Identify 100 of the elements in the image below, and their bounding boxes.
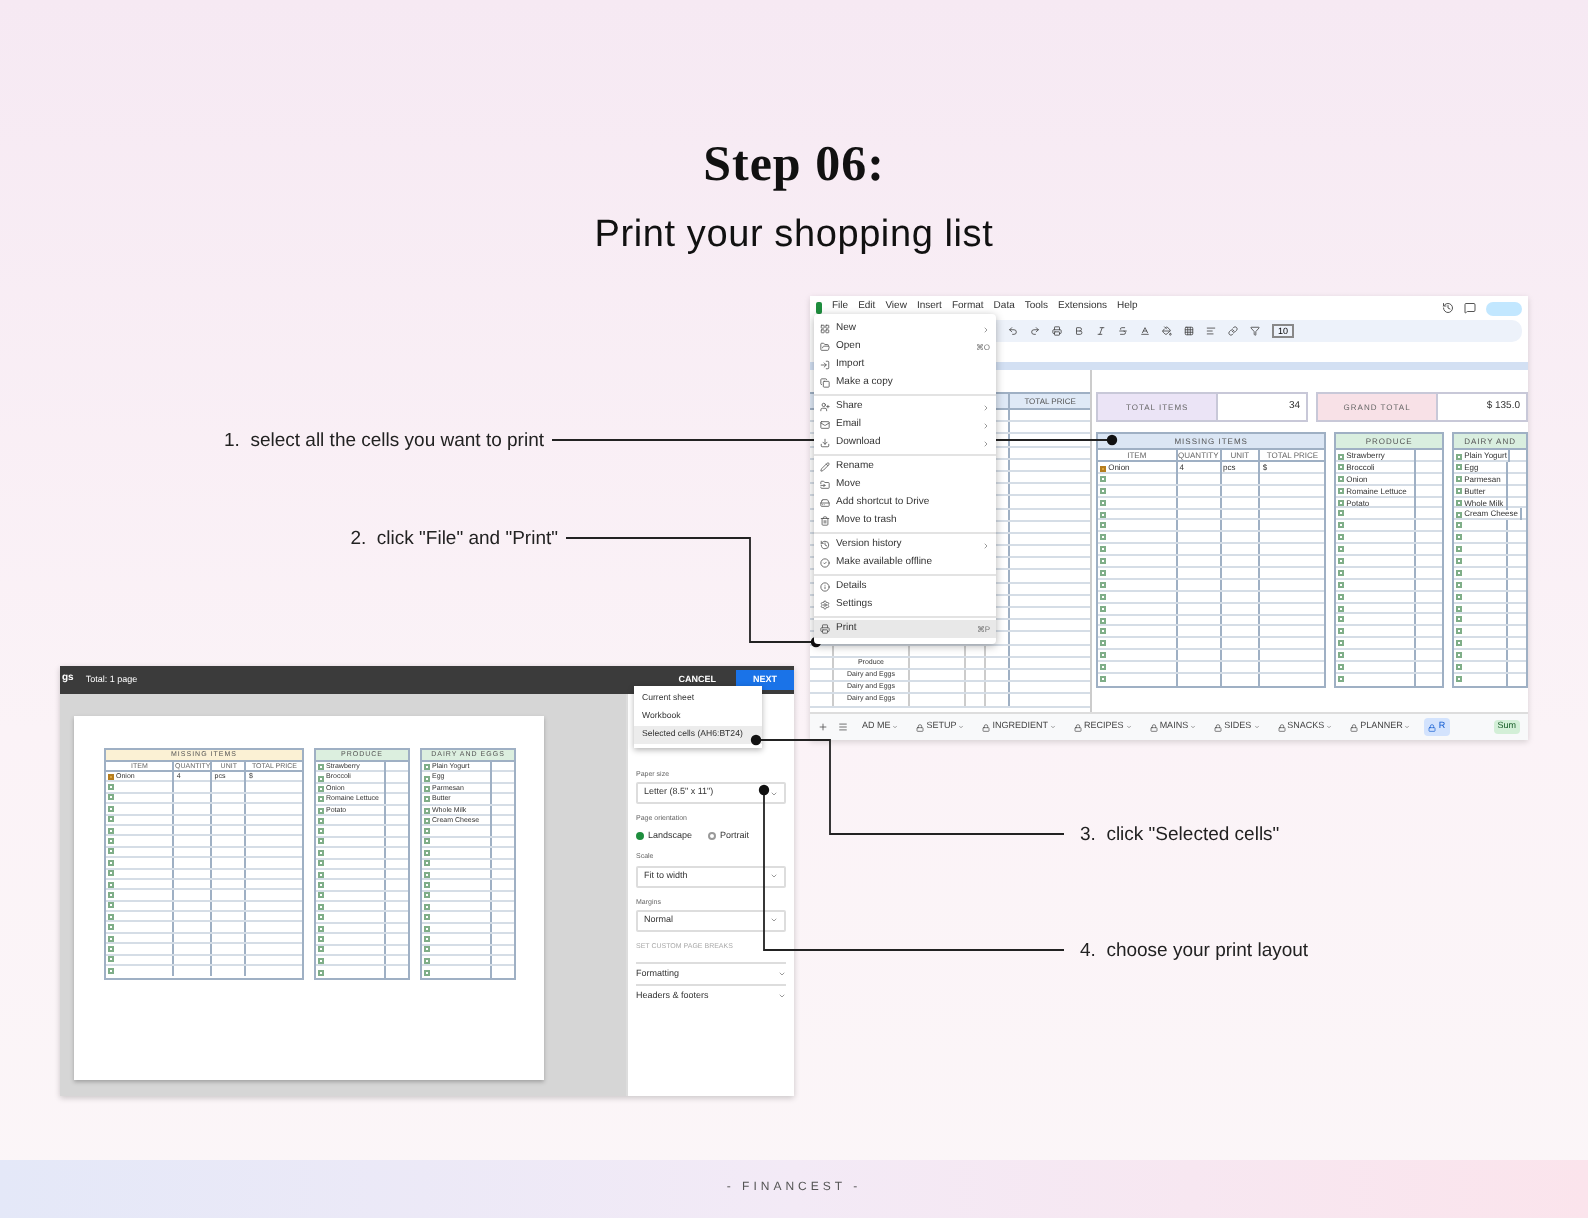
checkbox[interactable] xyxy=(1456,676,1463,683)
checkbox[interactable] xyxy=(108,968,114,975)
filter-icon[interactable] xyxy=(1250,326,1260,336)
checkbox[interactable] xyxy=(1100,569,1107,576)
text-color-icon[interactable] xyxy=(1140,326,1150,336)
checkbox[interactable] xyxy=(1100,652,1107,659)
checkbox[interactable] xyxy=(108,881,114,888)
checkbox[interactable] xyxy=(1100,593,1107,600)
checkbox[interactable] xyxy=(318,957,324,964)
checkbox[interactable] xyxy=(1100,628,1107,635)
checkbox[interactable] xyxy=(108,924,114,931)
checkbox[interactable] xyxy=(318,775,324,782)
checkbox[interactable] xyxy=(1338,510,1345,517)
checkbox[interactable] xyxy=(424,892,430,899)
checkbox[interactable] xyxy=(1338,569,1345,576)
checkbox[interactable] xyxy=(424,946,430,953)
checkbox[interactable] xyxy=(424,957,430,964)
menu-icon[interactable] xyxy=(838,722,848,732)
checkbox[interactable] xyxy=(108,956,114,963)
checkbox[interactable] xyxy=(318,828,324,835)
checkbox[interactable] xyxy=(424,935,430,942)
checkbox[interactable] xyxy=(108,805,114,812)
checkbox[interactable] xyxy=(424,785,430,792)
checkbox[interactable] xyxy=(1100,558,1107,565)
checkbox[interactable] xyxy=(424,903,430,910)
checkbox[interactable] xyxy=(424,838,430,845)
checkbox[interactable] xyxy=(424,881,430,888)
checkbox[interactable] xyxy=(108,774,114,781)
checkbox[interactable] xyxy=(424,764,430,771)
checkbox[interactable] xyxy=(108,784,114,791)
checkbox[interactable] xyxy=(1456,663,1463,670)
bold-icon[interactable] xyxy=(1074,326,1084,336)
radio-button[interactable] xyxy=(708,831,717,840)
checkbox[interactable] xyxy=(1338,557,1345,564)
link-icon[interactable] xyxy=(1228,326,1238,336)
checkbox[interactable] xyxy=(1456,500,1463,507)
checkbox[interactable] xyxy=(1456,640,1463,647)
checkbox[interactable] xyxy=(424,775,430,782)
checkbox[interactable] xyxy=(424,860,430,867)
checkbox[interactable] xyxy=(318,785,324,792)
checkbox[interactable] xyxy=(1456,522,1463,529)
checkbox[interactable] xyxy=(424,914,430,921)
strikethrough-icon[interactable] xyxy=(1118,326,1128,336)
checkbox[interactable] xyxy=(1456,569,1463,576)
checkbox[interactable] xyxy=(1338,581,1345,588)
checkbox[interactable] xyxy=(1338,605,1345,612)
checkbox[interactable] xyxy=(1338,593,1345,600)
checkbox[interactable] xyxy=(1100,605,1107,612)
checkbox[interactable] xyxy=(318,903,324,910)
checkbox[interactable] xyxy=(424,849,430,856)
history-icon[interactable] xyxy=(1442,302,1454,314)
checkbox[interactable] xyxy=(318,969,324,976)
checkbox[interactable] xyxy=(108,827,114,834)
checkbox[interactable] xyxy=(1456,453,1463,459)
checkbox[interactable] xyxy=(108,913,114,920)
checkbox[interactable] xyxy=(1338,476,1345,483)
checkbox[interactable] xyxy=(1100,499,1107,506)
checkbox[interactable] xyxy=(318,892,324,899)
checkbox[interactable] xyxy=(424,871,430,878)
checkbox[interactable] xyxy=(424,969,430,976)
checkbox[interactable] xyxy=(1338,500,1345,507)
share-pill[interactable] xyxy=(1486,301,1522,315)
checkbox[interactable] xyxy=(1100,522,1107,529)
checkbox[interactable] xyxy=(318,817,324,824)
checkbox[interactable] xyxy=(1100,640,1107,647)
checkbox[interactable] xyxy=(318,935,324,942)
checkbox[interactable] xyxy=(1100,581,1107,588)
checkbox[interactable] xyxy=(1338,464,1345,471)
checkbox[interactable] xyxy=(318,849,324,856)
checkbox[interactable] xyxy=(424,828,430,835)
checkbox[interactable] xyxy=(1456,534,1463,541)
checkbox[interactable] xyxy=(1338,522,1345,529)
checkbox[interactable] xyxy=(1338,628,1345,635)
checkbox[interactable] xyxy=(1456,476,1463,483)
checkbox[interactable] xyxy=(1338,663,1345,670)
checkbox[interactable] xyxy=(1338,546,1345,553)
checkbox[interactable] xyxy=(318,796,324,803)
checkbox[interactable] xyxy=(108,935,114,942)
checkbox[interactable] xyxy=(108,870,114,877)
checkbox[interactable] xyxy=(1100,487,1107,494)
checkbox[interactable] xyxy=(318,838,324,845)
align-icon[interactable] xyxy=(1206,326,1216,336)
checkbox[interactable] xyxy=(1100,465,1107,471)
checkbox[interactable] xyxy=(1338,488,1345,495)
checkbox[interactable] xyxy=(1338,676,1345,683)
checkbox[interactable] xyxy=(318,871,324,878)
checkbox[interactable] xyxy=(1100,664,1107,671)
checkbox[interactable] xyxy=(1456,605,1463,612)
checkbox[interactable] xyxy=(1100,534,1107,541)
checkbox[interactable] xyxy=(1456,464,1463,471)
checkbox[interactable] xyxy=(1456,488,1463,495)
checkbox[interactable] xyxy=(1456,546,1463,553)
checkbox[interactable] xyxy=(108,891,114,898)
checkbox[interactable] xyxy=(1456,581,1463,588)
checkbox[interactable] xyxy=(1100,676,1107,683)
redo-icon[interactable] xyxy=(1030,326,1040,336)
checkbox[interactable] xyxy=(318,764,324,771)
checkbox[interactable] xyxy=(318,946,324,953)
italic-icon[interactable] xyxy=(1096,326,1106,336)
checkbox[interactable] xyxy=(318,914,324,921)
